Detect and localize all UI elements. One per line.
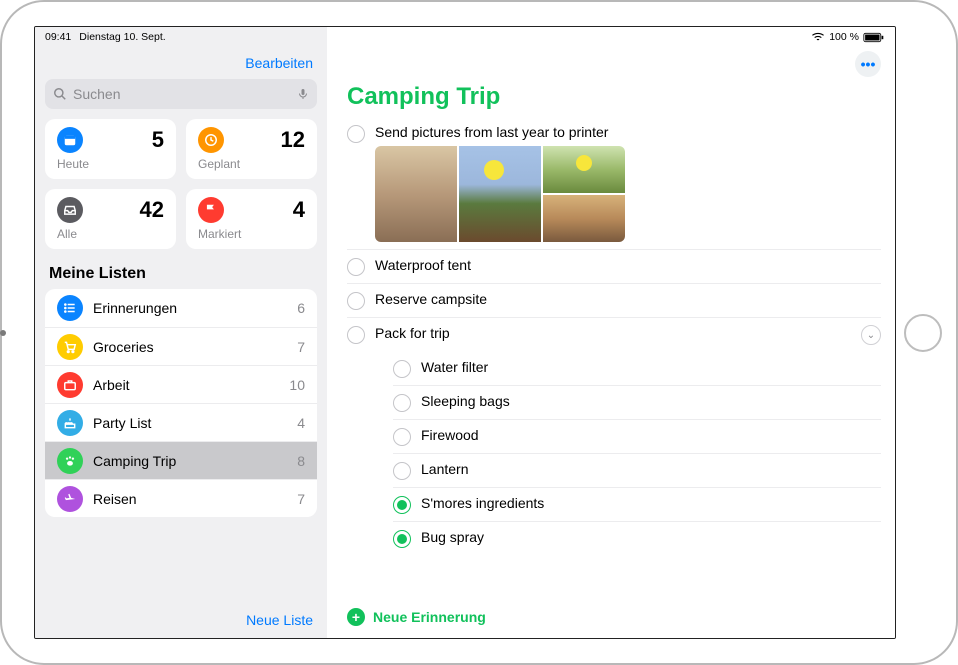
card-count: 4	[293, 197, 305, 223]
more-button[interactable]: •••	[855, 51, 881, 77]
plus-icon: +	[347, 608, 365, 626]
task-label: Bug spray	[421, 529, 484, 545]
search-icon	[53, 87, 67, 101]
battery-pct: 100 %	[829, 31, 859, 43]
sidebar: 09:41 Dienstag 10. Sept. Bearbeiten Such…	[35, 27, 327, 638]
list-groceries[interactable]: Groceries 7	[45, 327, 317, 365]
lists-header: Meine Listen	[35, 257, 327, 289]
list-party[interactable]: Party List 4	[45, 403, 317, 441]
task-list: Send pictures from last year to printer	[327, 117, 895, 555]
card-heute[interactable]: 5 Heute	[45, 119, 176, 179]
task-label: S'mores ingredients	[421, 495, 544, 511]
task-label: Sleeping bags	[421, 393, 510, 409]
subtask-list: Water filter Sleeping bags Firewood Lant…	[393, 352, 881, 555]
edit-button[interactable]: Bearbeiten	[35, 45, 327, 75]
subtask-row[interactable]: Lantern	[393, 454, 881, 488]
search-placeholder: Suchen	[73, 86, 120, 102]
status-time: 09:41	[45, 31, 71, 43]
task-label: Reserve campsite	[375, 291, 487, 307]
task-label: Water filter	[421, 359, 488, 375]
task-row[interactable]: Waterproof tent	[347, 250, 881, 284]
status-date: Dienstag 10. Sept.	[79, 31, 165, 43]
attachment-thumb[interactable]	[543, 195, 625, 242]
card-label: Alle	[57, 227, 164, 241]
smart-cards: 5 Heute 12 Geplant 42 Alle	[35, 119, 327, 257]
list-erinnerungen[interactable]: Erinnerungen 6	[45, 289, 317, 327]
attachment-thumb[interactable]	[375, 146, 457, 242]
task-attachments[interactable]	[375, 146, 625, 242]
task-checkbox[interactable]	[393, 530, 411, 548]
subtask-row[interactable]: S'mores ingredients	[393, 488, 881, 522]
card-markiert[interactable]: 4 Markiert	[186, 189, 317, 249]
task-label: Pack for trip	[375, 325, 450, 341]
task-checkbox[interactable]	[347, 326, 365, 344]
plane-icon	[57, 486, 83, 512]
wifi-icon	[811, 32, 825, 42]
task-checkbox[interactable]	[347, 125, 365, 143]
briefcase-icon	[57, 372, 83, 398]
new-reminder-button[interactable]: + Neue Erinnerung	[327, 598, 895, 638]
new-list-button[interactable]: Neue Liste	[246, 612, 313, 628]
task-label: Lantern	[421, 461, 468, 477]
chevron-down-icon: ⌄	[867, 330, 875, 341]
attachment-thumb[interactable]	[543, 146, 625, 193]
cart-icon	[57, 334, 83, 360]
subtask-row[interactable]: Water filter	[393, 352, 881, 386]
list-camping[interactable]: Camping Trip 8	[45, 441, 317, 479]
ellipsis-icon: •••	[861, 56, 876, 72]
card-alle[interactable]: 42 Alle	[45, 189, 176, 249]
search-input[interactable]: Suchen	[45, 79, 317, 109]
task-label: Firewood	[421, 427, 479, 443]
subtask-row[interactable]: Firewood	[393, 420, 881, 454]
task-row[interactable]: Pack for trip ⌄	[347, 318, 881, 352]
task-checkbox[interactable]	[393, 496, 411, 514]
task-row[interactable]: Send pictures from last year to printer	[347, 117, 881, 250]
card-count: 12	[281, 127, 305, 153]
status-bar: 09:41 Dienstag 10. Sept.	[35, 27, 327, 45]
list-reisen[interactable]: Reisen 7	[45, 479, 317, 517]
lists-container: Erinnerungen 6 Groceries 7 Arbeit 10 Par…	[45, 289, 317, 517]
attachment-thumb[interactable]	[459, 146, 541, 242]
card-label: Geplant	[198, 157, 305, 171]
list-icon	[57, 295, 83, 321]
flag-icon	[198, 197, 224, 223]
paw-icon	[57, 448, 83, 474]
card-count: 42	[140, 197, 164, 223]
main-pane: 100 % ••• Camping Trip Send pictures fro…	[327, 27, 895, 638]
task-checkbox[interactable]	[393, 360, 411, 378]
task-checkbox[interactable]	[347, 292, 365, 310]
task-label: Waterproof tent	[375, 257, 471, 273]
expand-toggle[interactable]: ⌄	[861, 325, 881, 345]
clock-icon	[198, 127, 224, 153]
task-checkbox[interactable]	[347, 258, 365, 276]
task-checkbox[interactable]	[393, 428, 411, 446]
card-count: 5	[152, 127, 164, 153]
status-bar-right: 100 %	[327, 27, 895, 45]
home-button[interactable]	[904, 314, 942, 352]
task-checkbox[interactable]	[393, 394, 411, 412]
mic-icon[interactable]	[297, 86, 309, 102]
subtask-row[interactable]: Sleeping bags	[393, 386, 881, 420]
card-geplant[interactable]: 12 Geplant	[186, 119, 317, 179]
task-checkbox[interactable]	[393, 462, 411, 480]
new-reminder-label: Neue Erinnerung	[373, 609, 486, 625]
list-title: Camping Trip	[327, 77, 895, 117]
cake-icon	[57, 410, 83, 436]
list-arbeit[interactable]: Arbeit 10	[45, 365, 317, 403]
subtask-row[interactable]: Bug spray	[393, 522, 881, 555]
task-row[interactable]: Reserve campsite	[347, 284, 881, 318]
card-label: Markiert	[198, 227, 305, 241]
card-label: Heute	[57, 157, 164, 171]
battery-icon	[863, 32, 885, 43]
task-label: Send pictures from last year to printer	[375, 124, 881, 140]
calendar-icon	[57, 127, 83, 153]
tray-icon	[57, 197, 83, 223]
